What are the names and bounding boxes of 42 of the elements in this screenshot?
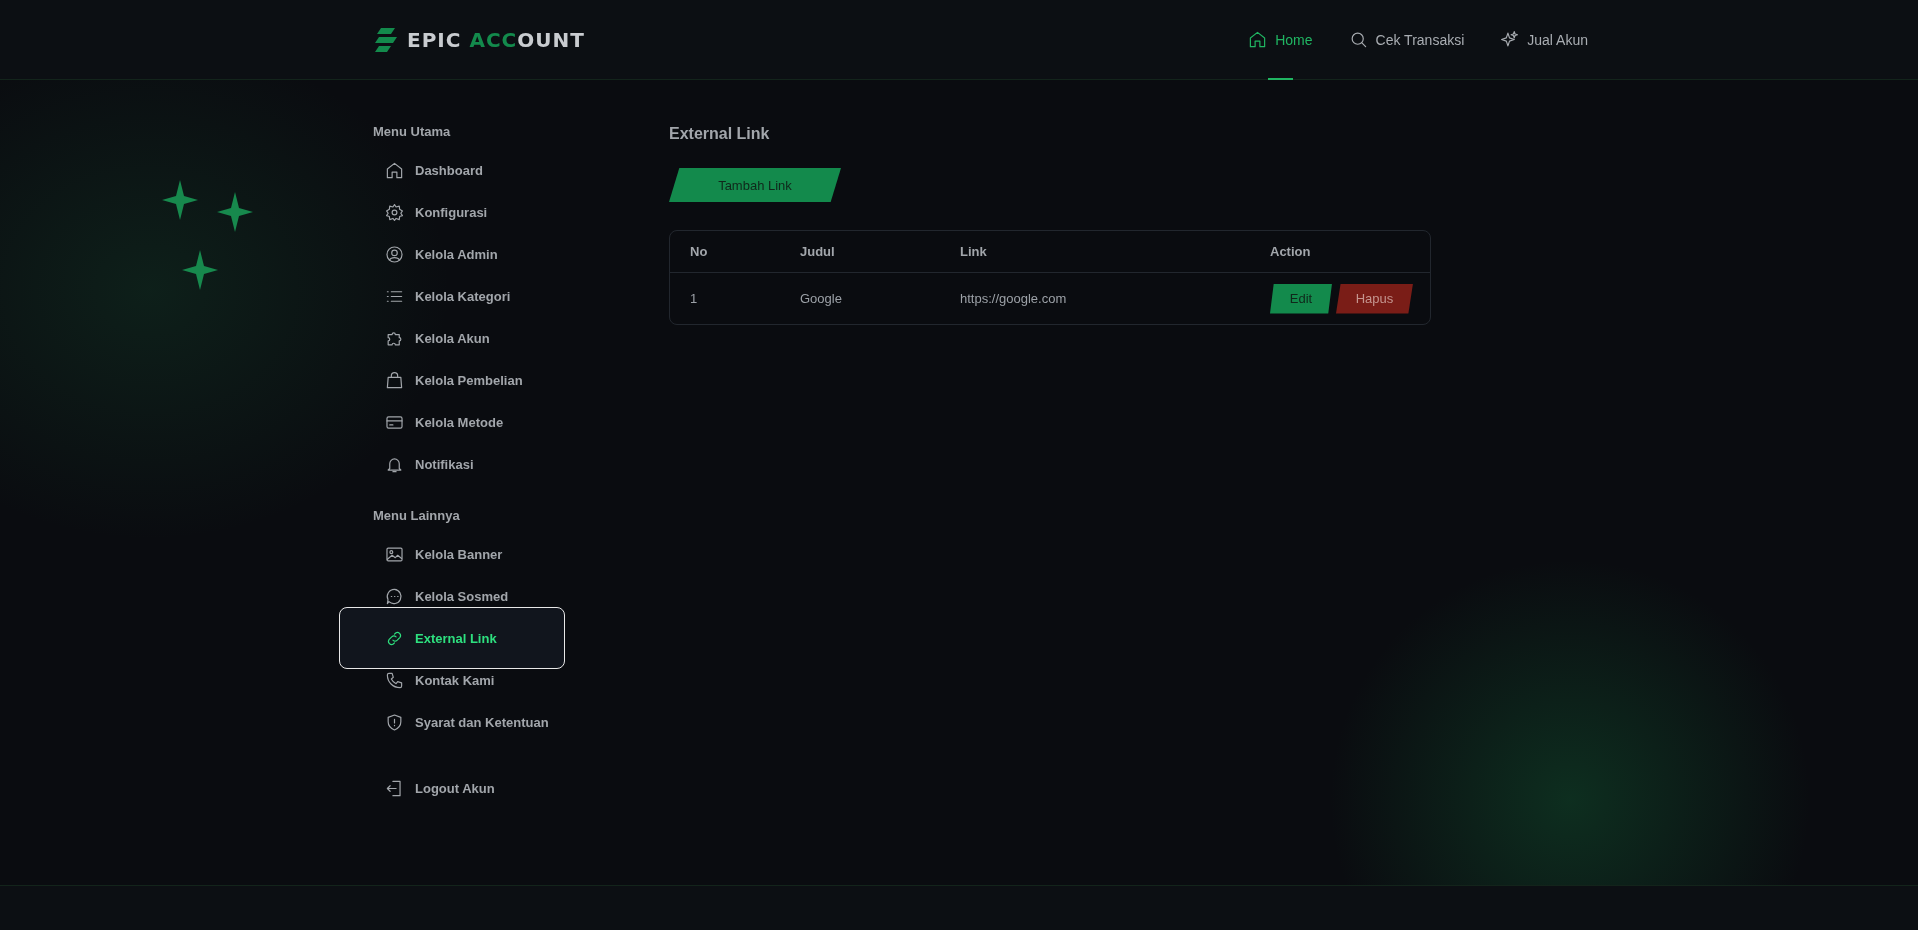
- home-icon: [1248, 30, 1268, 49]
- nav-link[interactable]: Cek Transaksi: [1348, 0, 1465, 79]
- sidebar-item[interactable]: Kelola Admin: [339, 243, 565, 265]
- add-link-button[interactable]: Tambah Link: [669, 168, 841, 202]
- sidebar-item[interactable]: Dashboard: [339, 159, 565, 181]
- chat-icon: [385, 586, 404, 606]
- home-icon: [385, 160, 404, 180]
- sidebar-item[interactable]: Notifikasi: [339, 453, 565, 475]
- gear-icon: [385, 202, 404, 222]
- nav-link[interactable]: Jual Akun: [1500, 0, 1588, 79]
- logout-icon: [385, 778, 404, 798]
- sidebar-item[interactable]: Konfigurasi: [339, 201, 565, 223]
- sidebar-item[interactable]: Kelola Metode: [339, 411, 565, 433]
- sparkle-icon: [1500, 30, 1520, 49]
- column-header: Link: [960, 244, 988, 259]
- sidebar-item[interactable]: Kelola Sosmed: [339, 585, 565, 607]
- sidebar-item[interactable]: Kelola Banner: [339, 543, 565, 565]
- delete-button[interactable]: Hapus: [1336, 283, 1413, 314]
- nav-link[interactable]: Home: [1248, 0, 1313, 79]
- bag-icon: [385, 370, 404, 390]
- phone-icon: [385, 670, 404, 690]
- page-title: External Link: [669, 124, 771, 144]
- section-title: Menu Utama: [372, 123, 452, 141]
- column-header: No: [690, 244, 709, 259]
- user-icon: [385, 244, 404, 264]
- shield-icon: [385, 712, 404, 732]
- edit-button[interactable]: Edit: [1270, 283, 1332, 314]
- table-cell-text: https://google.com: [960, 291, 1068, 306]
- logo-icon: [373, 26, 399, 53]
- sidebar-item[interactable]: Kontak Kami: [339, 669, 565, 691]
- sidebar-item[interactable]: Kelola Kategori: [339, 285, 565, 307]
- column-header: Action: [1270, 244, 1312, 259]
- column-header: Judul: [800, 244, 836, 259]
- logo-text: EPIC ACCOUNT: [407, 27, 585, 52]
- table-cell-text: 1: [690, 291, 699, 306]
- table-cell-text: Google: [800, 291, 843, 306]
- logout-button[interactable]: Logout Akun: [339, 777, 565, 799]
- section-title: Menu Lainnya: [372, 507, 461, 525]
- sidebar-item[interactable]: Syarat dan Ketentuan: [339, 711, 565, 733]
- sidebar-item[interactable]: Kelola Pembelian: [339, 369, 565, 391]
- sidebar-item[interactable]: External Link: [339, 607, 565, 669]
- sidebar-item[interactable]: Kelola Akun: [339, 327, 565, 349]
